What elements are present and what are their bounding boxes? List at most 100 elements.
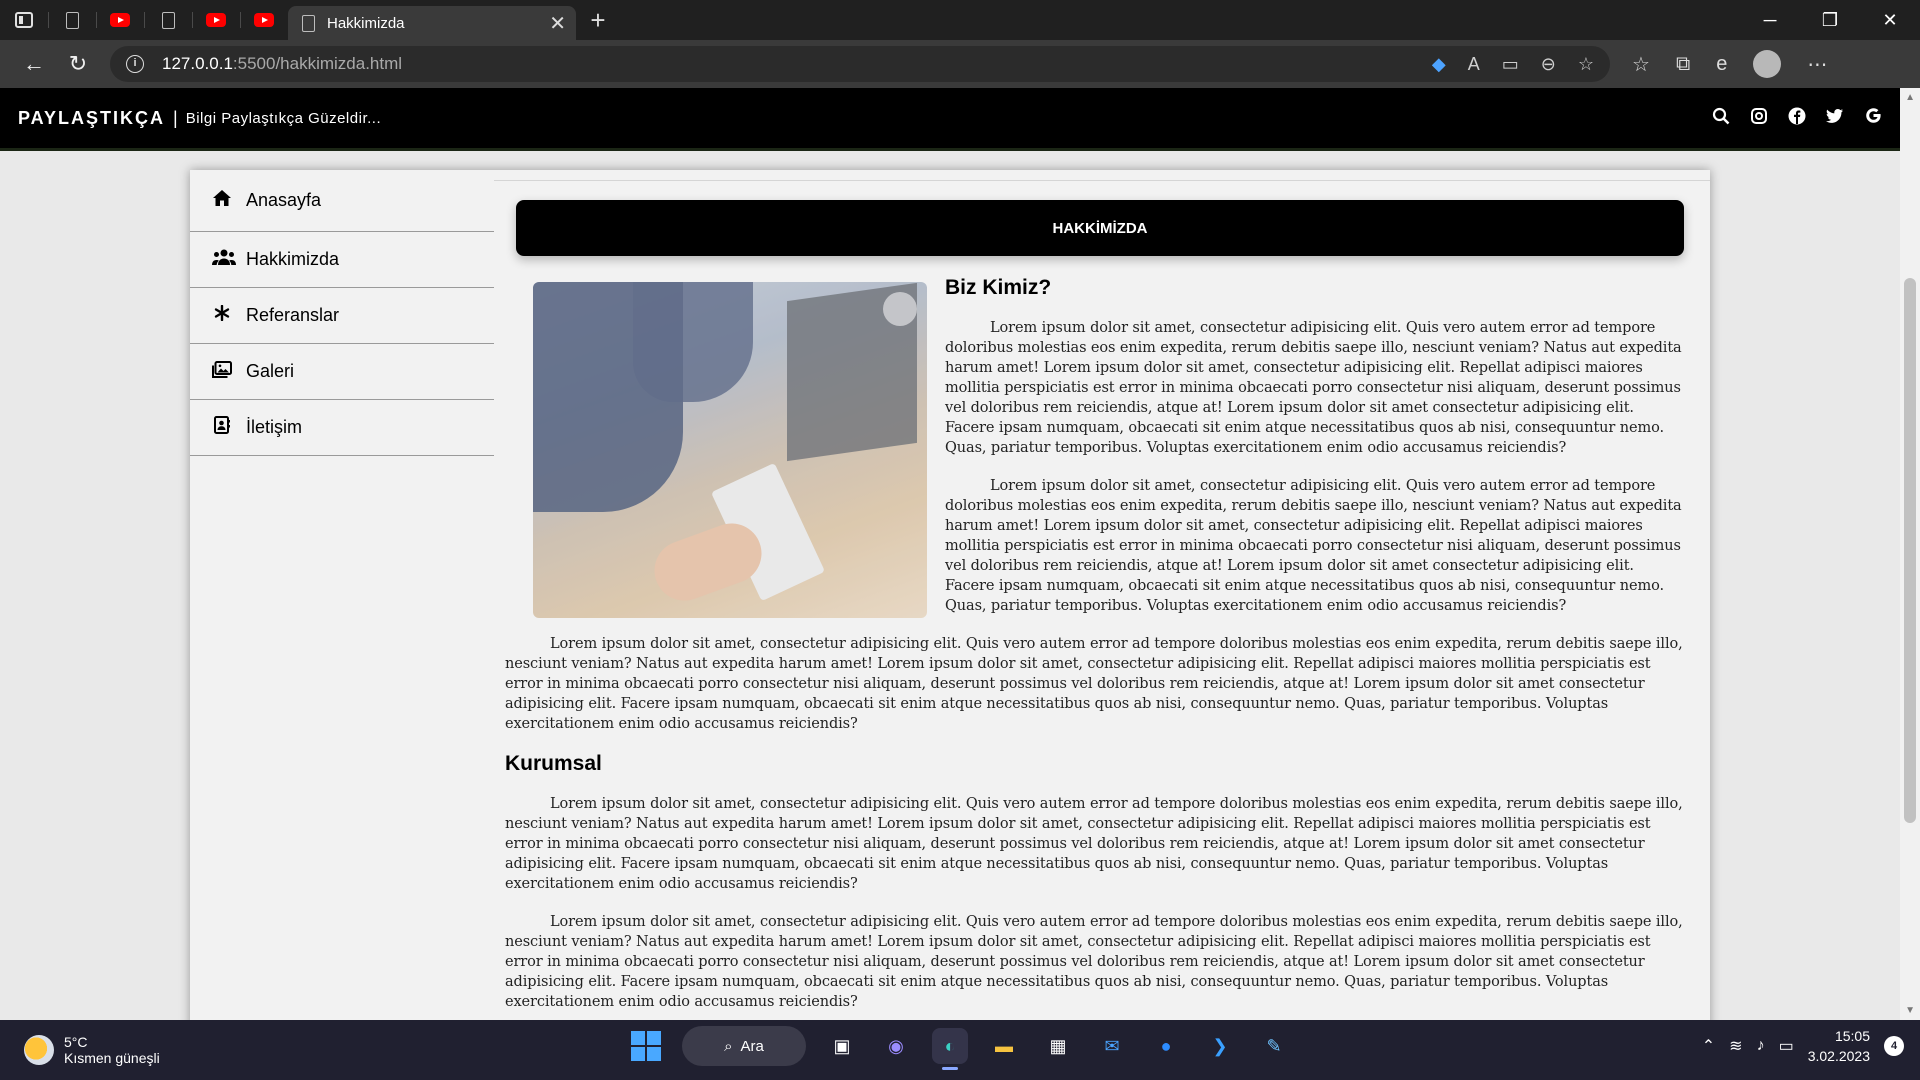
weather-widget[interactable]: 5°C Kısmen güneşli bbox=[0, 1034, 160, 1066]
sidebar-item-referanslar[interactable]: Referanslar bbox=[190, 288, 494, 344]
google-icon[interactable] bbox=[1864, 107, 1882, 129]
favorites-icon[interactable]: ☆ bbox=[1632, 52, 1650, 77]
mail-icon[interactable]: ✉ bbox=[1094, 1028, 1130, 1064]
paragraph: Lorem ipsum dolor sit amet, consectetur … bbox=[505, 914, 1683, 1010]
wifi-icon[interactable]: ≋ bbox=[1729, 1036, 1742, 1056]
tab-active[interactable]: Hakkimizda ✕ bbox=[288, 6, 576, 40]
temperature: 5°C bbox=[64, 1034, 88, 1050]
section-heading: Biz Kimiz? bbox=[945, 276, 1052, 299]
youtube-icon bbox=[254, 13, 274, 27]
edge-browser-icon[interactable]: ◐ bbox=[932, 1028, 968, 1070]
sidebar-item-hakkimizda[interactable]: Hakkimizda bbox=[190, 232, 494, 288]
new-tab-button[interactable]: + bbox=[576, 5, 620, 36]
restore-icon[interactable]: ❐ bbox=[1800, 10, 1860, 31]
tab-actions-icon bbox=[15, 12, 33, 28]
add-favorite-icon[interactable]: ☆ bbox=[1578, 54, 1594, 75]
page-title-bar: HAKKİMİZDA bbox=[516, 200, 1684, 256]
tab-pinned-youtube-3[interactable] bbox=[240, 0, 288, 40]
back-icon[interactable]: ← bbox=[12, 51, 56, 77]
divider bbox=[494, 180, 1710, 181]
edge-bar-icon[interactable]: e bbox=[1716, 53, 1727, 76]
contact-card-icon bbox=[212, 416, 232, 439]
profile-avatar[interactable] bbox=[1753, 50, 1782, 78]
zoom-icon[interactable]: ⊖ bbox=[1541, 54, 1556, 75]
immersive-reader-icon[interactable]: ▭ bbox=[1502, 54, 1519, 75]
vscode-icon[interactable]: ❯ bbox=[1202, 1028, 1238, 1064]
collections-icon[interactable]: ⧉ bbox=[1676, 53, 1690, 76]
taskbar: 5°C Kısmen güneşli ⌕ Ara ▣ ◉ ◐ ▬ ▦ ✉ ● ❯… bbox=[0, 1020, 1920, 1080]
facebook-icon[interactable] bbox=[1788, 107, 1806, 130]
scroll-thumb[interactable] bbox=[1904, 278, 1916, 823]
zoom-icon[interactable]: ● bbox=[1148, 1028, 1184, 1064]
url-host: 127.0.0.1 bbox=[162, 54, 233, 73]
paragraph: Lorem ipsum dolor sit amet, consectetur … bbox=[505, 796, 1683, 892]
teams-chat-icon[interactable]: ◉ bbox=[878, 1028, 914, 1064]
scroll-down-icon[interactable]: ▼ bbox=[1905, 1005, 1915, 1016]
date: 3.02.2023 bbox=[1807, 1048, 1870, 1064]
time: 15:05 bbox=[1834, 1028, 1870, 1044]
close-tab-icon[interactable]: ✕ bbox=[549, 11, 566, 36]
taskbar-search[interactable]: ⌕ Ara bbox=[682, 1026, 806, 1066]
task-view-icon[interactable]: ▣ bbox=[824, 1028, 860, 1064]
url-actions: ◆ A ▭ ⊖ ☆ bbox=[1432, 54, 1594, 75]
start-button[interactable] bbox=[628, 1028, 664, 1064]
sidebar-item-label: Hakkimizda bbox=[246, 249, 340, 269]
page-icon bbox=[302, 14, 315, 32]
scroll-up-icon[interactable]: ▲ bbox=[1905, 92, 1915, 103]
page-scrollbar[interactable]: ▲ ▼ bbox=[1900, 88, 1920, 1020]
url-path: :5500/hakkimizda.html bbox=[232, 54, 403, 73]
paragraph: Lorem ipsum dolor sit amet, consectetur … bbox=[505, 636, 1683, 732]
url-field[interactable]: i 127.0.0.1:5500/hakkimizda.html ◆ A ▭ ⊖… bbox=[110, 46, 1610, 82]
sidebar-nav: Anasayfa Hakkimizda Referanslar Galeri İ… bbox=[190, 170, 494, 456]
read-aloud-icon[interactable]: A bbox=[1468, 54, 1480, 75]
tab-pinned-youtube-1[interactable] bbox=[96, 0, 144, 40]
page-viewport: PAYLAŞTIKÇA | Bilgi Paylaştıkça Güzeldir… bbox=[0, 88, 1920, 1020]
taskbar-apps: ⌕ Ara ▣ ◉ ◐ ▬ ▦ ✉ ● ❯ ✎ bbox=[628, 1026, 1292, 1070]
paragraph: Lorem ipsum dolor sit amet, consectetur … bbox=[945, 320, 1682, 456]
battery-icon[interactable]: ▭ bbox=[1779, 1036, 1794, 1056]
paint-icon[interactable]: ✎ bbox=[1256, 1028, 1292, 1064]
youtube-icon bbox=[110, 13, 130, 27]
window-controls: ─ ❐ ✕ bbox=[1740, 10, 1920, 31]
instagram-icon[interactable] bbox=[1750, 107, 1768, 129]
brand-logo[interactable]: PAYLAŞTIKÇA bbox=[18, 108, 165, 129]
brand-separator: | bbox=[173, 107, 178, 128]
sidebar-item-anasayfa[interactable]: Anasayfa bbox=[190, 170, 494, 232]
sidebar-item-galeri[interactable]: Galeri bbox=[190, 344, 494, 400]
url-text: 127.0.0.1:5500/hakkimizda.html bbox=[162, 54, 1414, 74]
asterisk-icon bbox=[212, 304, 232, 326]
minimize-icon[interactable]: ─ bbox=[1740, 10, 1800, 31]
sidebar-item-iletisim[interactable]: İletişim bbox=[190, 400, 494, 456]
shopping-tag-icon[interactable]: ◆ bbox=[1432, 54, 1446, 75]
tab-actions-button[interactable] bbox=[0, 0, 48, 40]
more-menu-icon[interactable]: ⋯ bbox=[1807, 52, 1827, 77]
volume-icon[interactable]: ♪ bbox=[1757, 1037, 1765, 1055]
sidebar-item-label: Referanslar bbox=[246, 305, 340, 325]
tab-pinned-1[interactable] bbox=[48, 0, 96, 40]
twitter-icon[interactable] bbox=[1826, 108, 1844, 129]
tab-pinned-2[interactable] bbox=[144, 0, 192, 40]
refresh-icon[interactable]: ↻ bbox=[56, 51, 100, 77]
search-icon[interactable] bbox=[1712, 107, 1730, 130]
social-links bbox=[1712, 107, 1882, 130]
file-explorer-icon[interactable]: ▬ bbox=[986, 1028, 1022, 1064]
tab-pinned-youtube-2[interactable] bbox=[192, 0, 240, 40]
close-window-icon[interactable]: ✕ bbox=[1860, 10, 1920, 31]
sidebar-item-label: İletişim bbox=[246, 417, 303, 437]
page-icon bbox=[65, 11, 79, 29]
page-title: HAKKİMİZDA bbox=[1052, 219, 1148, 237]
intro-column: Biz Kimiz? Lorem ipsum dolor sit amet, c… bbox=[945, 276, 1687, 616]
clock[interactable]: 15:05 3.02.2023 bbox=[1808, 1026, 1870, 1066]
paragraph: Lorem ipsum dolor sit amet, consectetur … bbox=[945, 478, 1682, 614]
chevron-up-icon[interactable]: ⌃ bbox=[1702, 1036, 1715, 1056]
browser-toolbar: ☆ ⧉ e ⋯ bbox=[1632, 50, 1827, 78]
notification-badge[interactable]: 4 bbox=[1884, 1036, 1904, 1056]
tab-title: Hakkimizda bbox=[327, 14, 405, 32]
browser-tab-strip: Hakkimizda ✕ + ─ ❐ ✕ bbox=[0, 0, 1920, 40]
about-content: Biz Kimiz? Lorem ipsum dolor sit amet, c… bbox=[505, 276, 1687, 1020]
system-tray: ⌃ ≋ ♪ ▭ 15:05 3.02.2023 4 bbox=[1702, 1026, 1904, 1066]
sidebar-item-label: Galeri bbox=[246, 361, 295, 381]
partly-sunny-icon bbox=[24, 1035, 54, 1065]
site-info-icon[interactable]: i bbox=[126, 55, 144, 73]
microsoft-store-icon[interactable]: ▦ bbox=[1040, 1028, 1076, 1064]
